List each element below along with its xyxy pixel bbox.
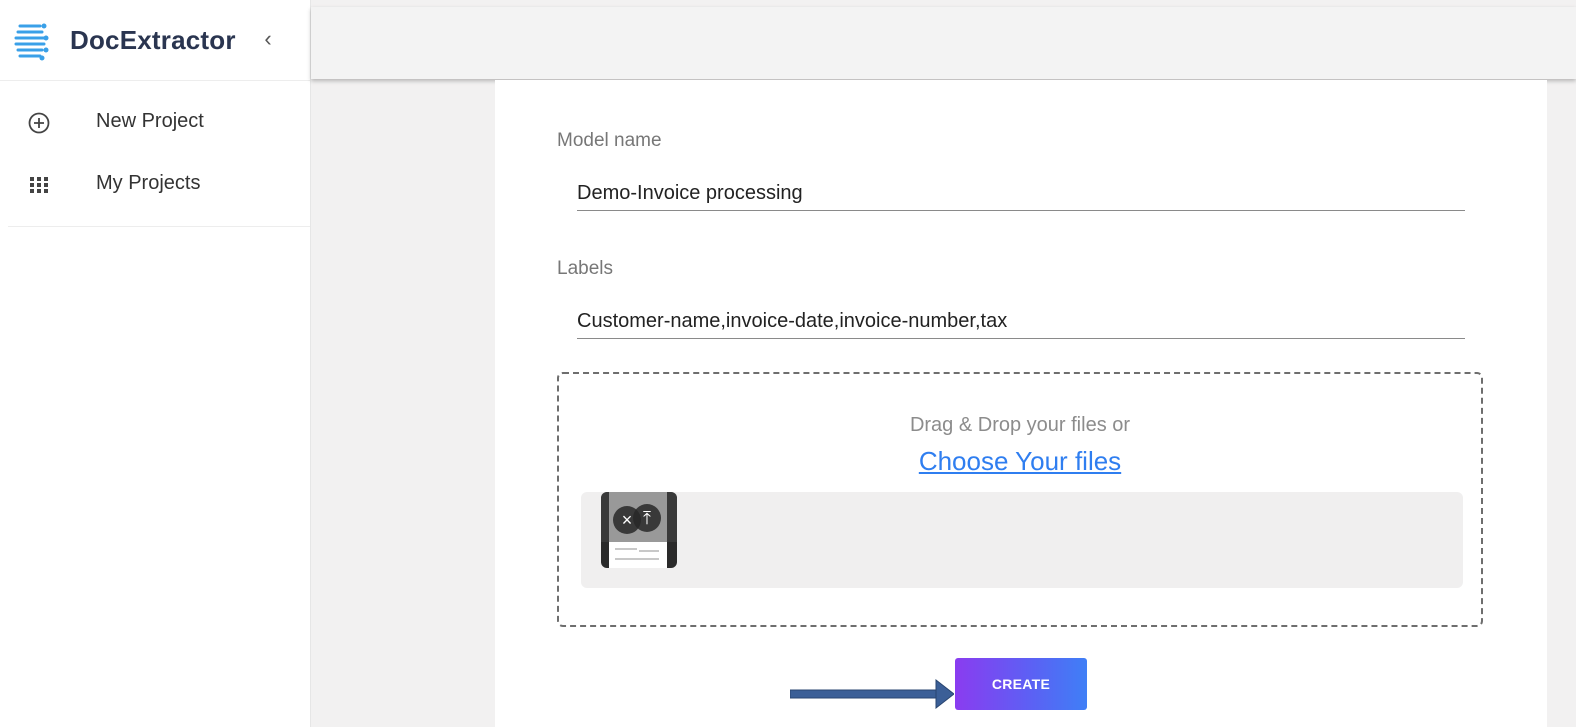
file-preview-list: × ⤒: [581, 492, 1463, 588]
pointer-arrow-icon: [790, 678, 954, 710]
sidebar-item-label: My Projects: [96, 172, 201, 194]
labels-input[interactable]: [577, 304, 1465, 339]
sidebar-item-label: New Project: [96, 110, 204, 132]
grid-icon: [30, 177, 48, 193]
collapse-sidebar-button[interactable]: ‹: [258, 24, 278, 54]
new-project-form: Model name Labels Drag & Drop your files…: [495, 80, 1547, 727]
dropzone-instruction: Drag & Drop your files or: [909, 414, 1131, 436]
file-dropzone[interactable]: Drag & Drop your files or Choose Your fi…: [557, 372, 1483, 627]
sidebar-item-my-projects[interactable]: My Projects: [8, 162, 310, 206]
app-name: DocExtractor: [70, 25, 236, 55]
file-thumbnail[interactable]: × ⤒: [601, 492, 677, 568]
top-app-bar: [311, 7, 1576, 79]
labels-label: Labels: [557, 258, 613, 279]
model-name-input[interactable]: [577, 176, 1465, 211]
sidebar-item-new-project[interactable]: New Project: [8, 100, 310, 144]
brand-header: DocExtractor ‹: [0, 0, 310, 81]
logo-icon: [14, 23, 49, 61]
sidebar-nav: New Project My Projects: [8, 92, 310, 227]
model-name-label: Model name: [557, 130, 662, 151]
upload-file-icon[interactable]: ⤒: [633, 504, 661, 532]
sidebar: DocExtractor ‹ New Project My Projects: [0, 0, 311, 727]
create-button[interactable]: CREATE: [955, 658, 1087, 710]
plus-circle-icon: [28, 112, 50, 134]
choose-files-link[interactable]: Choose Your files: [559, 446, 1481, 477]
